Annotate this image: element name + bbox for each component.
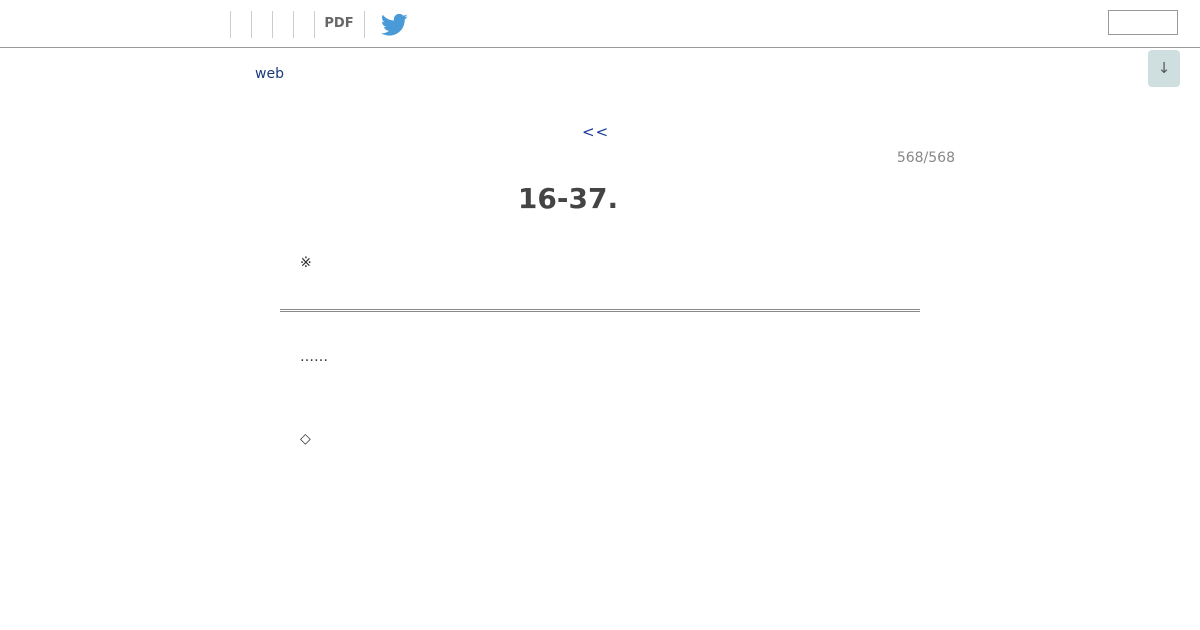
nav-separator	[293, 11, 294, 38]
ellipsis-text: ……	[300, 349, 328, 365]
nav-separator	[230, 11, 231, 38]
nav-separator	[272, 11, 273, 38]
pdf-link[interactable]: PDF	[316, 12, 362, 36]
content-divider	[280, 309, 920, 312]
twitter-share-button[interactable]	[380, 13, 408, 37]
nav-separator	[364, 11, 365, 38]
web-link[interactable]: web	[255, 66, 284, 82]
previous-page-link[interactable]: <<	[582, 123, 609, 141]
scroll-down-button[interactable]: ↓	[1148, 50, 1180, 87]
nav-separator	[314, 11, 315, 38]
page-title: 16-37.	[517, 182, 619, 215]
diamond-mark: ◇	[300, 431, 311, 447]
search-input[interactable]	[1108, 10, 1178, 35]
reference-mark: ※	[300, 255, 312, 271]
twitter-bird-icon	[380, 13, 408, 36]
nav-separator	[251, 11, 252, 38]
top-navigation-bar: PDF	[0, 0, 1200, 48]
page-counter: 568/568	[896, 150, 955, 166]
